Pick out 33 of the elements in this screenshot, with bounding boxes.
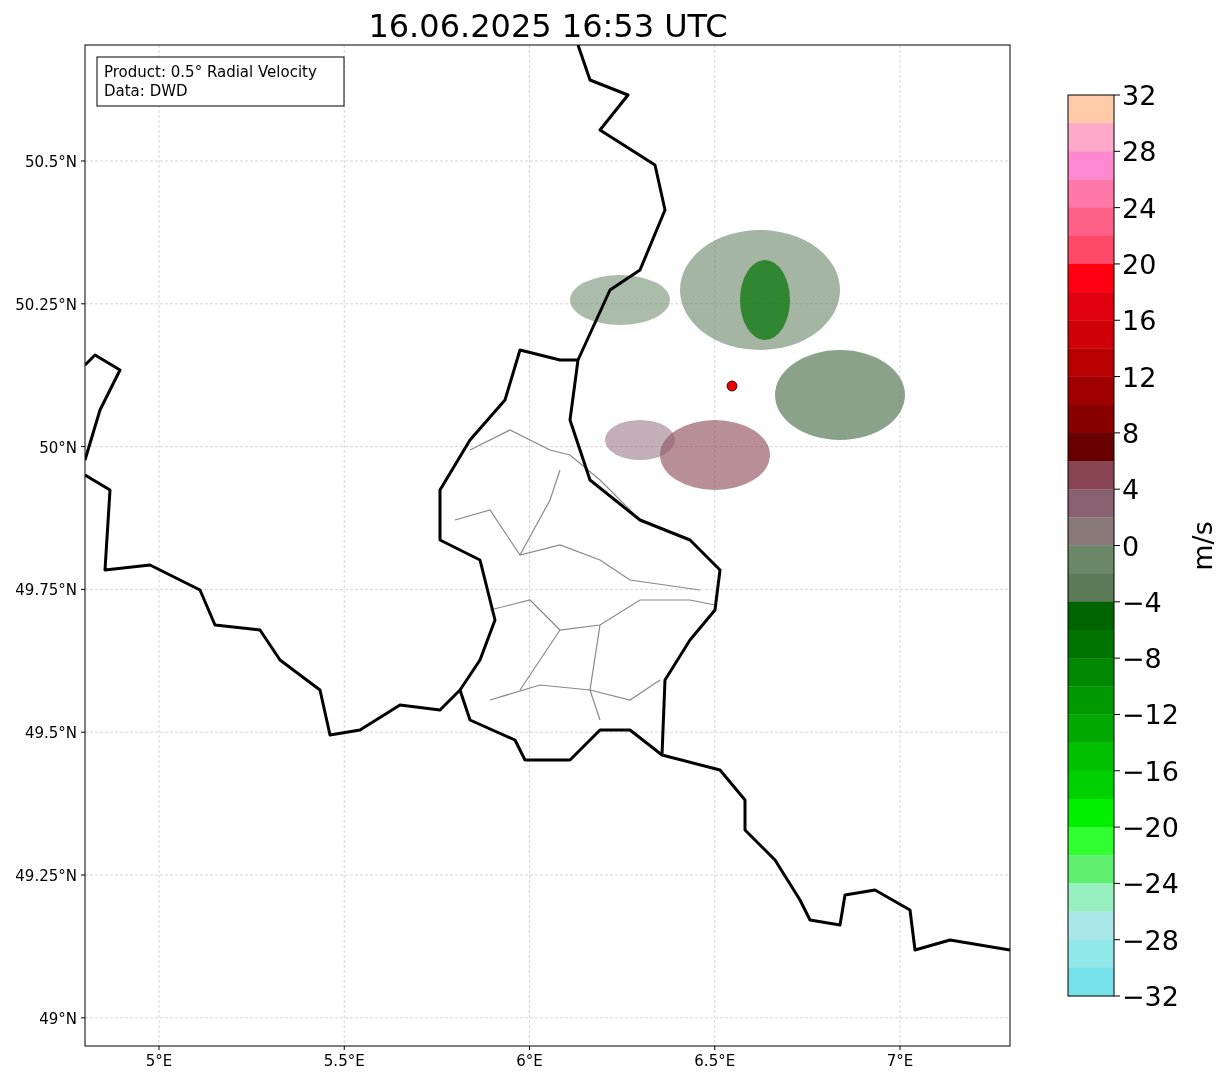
colorbar-tick-label: −12 <box>1122 699 1179 731</box>
axis-tick-label: 50.25°N <box>15 295 77 314</box>
colorbar-tick-label: −16 <box>1122 755 1179 787</box>
colorbar-tick-label: 28 <box>1122 136 1157 168</box>
axis-tick-label: 49°N <box>39 1009 77 1028</box>
axis-tick-label: 49.25°N <box>15 867 77 885</box>
colorbar-tick-label: −24 <box>1122 868 1179 900</box>
colorbar-tick-label: 12 <box>1122 361 1157 393</box>
axis-tick-label: 6°E <box>516 1052 543 1070</box>
colorbar-tick-label: 8 <box>1122 417 1140 449</box>
legend-text: Data: DWD <box>104 82 188 100</box>
colorbar-tick-label: 20 <box>1122 248 1157 280</box>
legend-text: Product: 0.5° Radial Velocity <box>104 63 317 81</box>
axis-tick-label: 50.5°N <box>24 153 77 171</box>
colorbar-tick-label: −32 <box>1122 981 1179 1012</box>
colorbar-tick-label: 32 <box>1122 80 1157 111</box>
colorbar-tick-label: −20 <box>1122 812 1179 844</box>
axis-tick-label: 7°E <box>886 1052 914 1070</box>
colorbar-tick-label: 16 <box>1122 305 1157 337</box>
colorbar-tick-label: −4 <box>1122 586 1162 618</box>
axis-tick-label: 49.5°N <box>24 724 77 743</box>
axis-tick-label: 50°N <box>39 438 77 457</box>
colorbar-tick-label: −28 <box>1122 924 1179 956</box>
axis-tick-label: 5°E <box>145 1052 173 1070</box>
axis-tick-label: 6.5°E <box>694 1052 736 1070</box>
colorbar-label: m/s <box>1187 521 1218 571</box>
axis-tick-label: 49.75°N <box>15 581 77 600</box>
colorbar-tick-label: 4 <box>1122 474 1140 506</box>
colorbar-tick-label: 0 <box>1122 530 1140 562</box>
colorbar-tick-label: −8 <box>1122 643 1162 675</box>
colorbar-tick-label: 24 <box>1122 192 1157 224</box>
axis-tick-label: 5.5°E <box>323 1052 365 1070</box>
chart-title: 16.06.2025 16:53 UTC <box>368 7 728 45</box>
